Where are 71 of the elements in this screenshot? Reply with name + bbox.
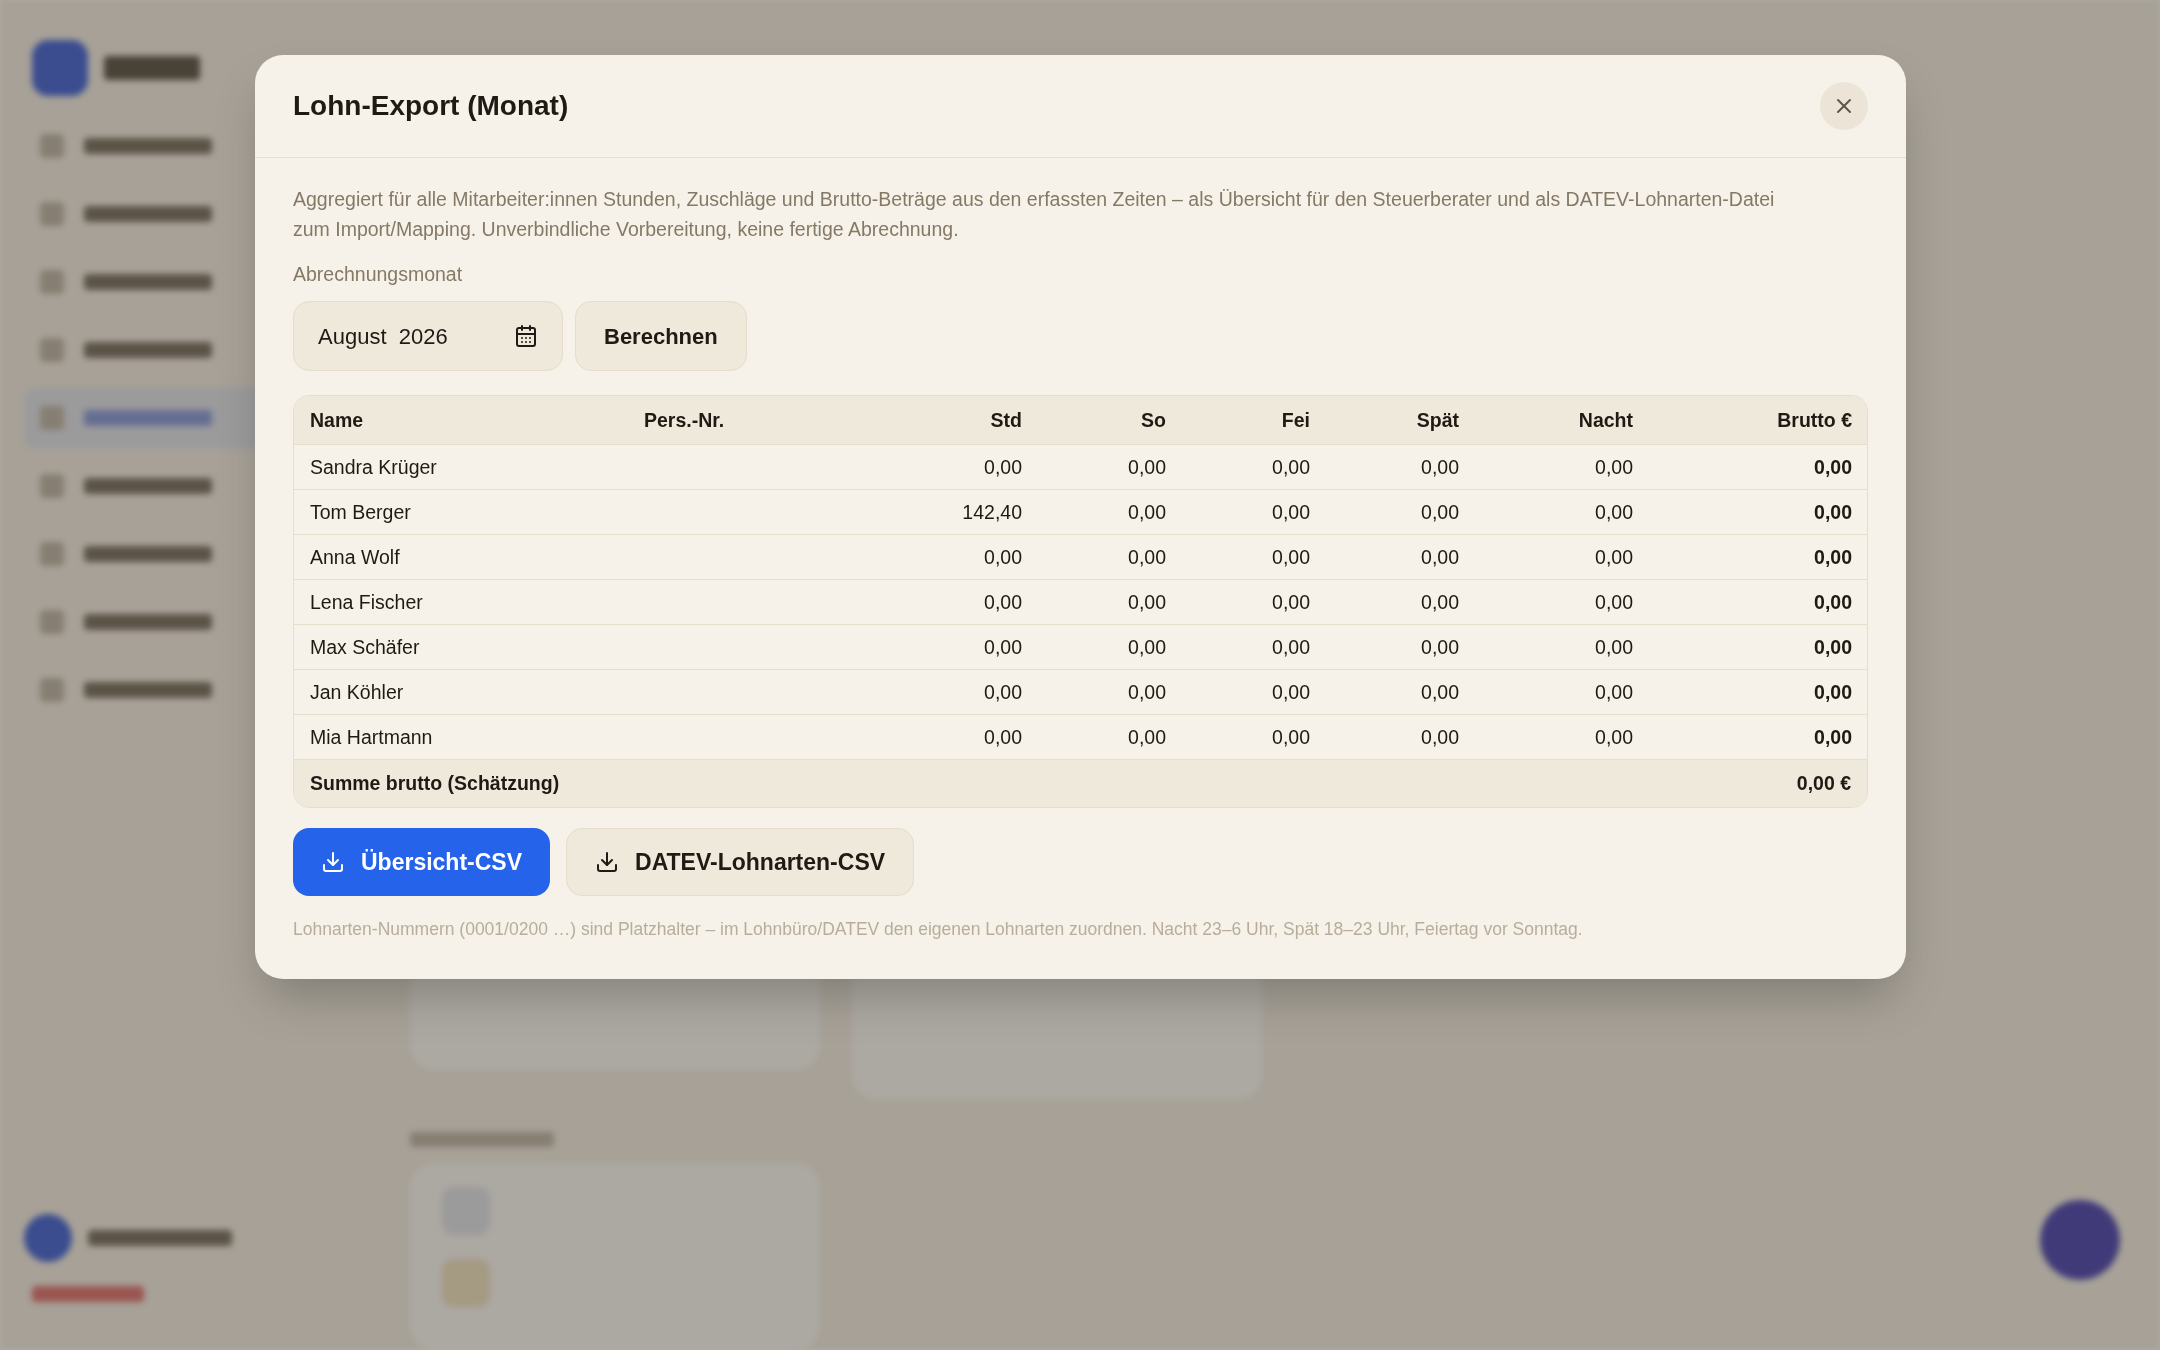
table-cell-text: 0,00 (1127, 679, 1167, 705)
table-cell-text: Tom Berger (309, 499, 412, 525)
table-cell-text: 0,00 (1594, 724, 1634, 750)
table-cell-text: 0,00 (1271, 724, 1311, 750)
table-cell-text: 0,00 (1271, 634, 1311, 660)
footnote: Lohnarten-Nummern (0001/0200 …) sind Platzhalter – im Lohnbüro/DATEV den eigenen Lohnarten zuordnen. Nacht 23–6 Uhr, Spät 18–23 Uhr, Feiertag vor Sonntag. (293, 918, 1584, 942)
table-cell-text: 0,00 (1420, 499, 1460, 525)
table-cell-text: Sandra Krüger (309, 454, 438, 480)
table-cell-text: 0,00 (983, 589, 1023, 615)
close-button[interactable] (1820, 82, 1868, 130)
table-cell-text: 0,00 (1813, 634, 1853, 660)
column-header: So (1140, 407, 1167, 433)
table-cell-text: 0,00 (1813, 589, 1853, 615)
download-button[interactable]: Übersicht-CSV (293, 828, 551, 897)
total-value: 0,00 € (1796, 771, 1851, 797)
table-cell-text: 0,00 (1127, 499, 1167, 525)
table-cell-text: 0,00 (1813, 679, 1853, 705)
table-cell-text: 0,00 (1813, 454, 1853, 480)
table-cell-text: 0,00 (1813, 544, 1853, 570)
column-header: Std (989, 407, 1023, 433)
table-cell-text: 0,00 (1271, 454, 1311, 480)
table-cell-text: 0,00 (1594, 679, 1634, 705)
table-cell-text: 0,00 (1813, 499, 1853, 525)
download-button[interactable]: DATEV-Lohnarten-CSV (566, 828, 915, 897)
table-cell-text: 0,00 (1594, 454, 1634, 480)
table-cell-text: 0,00 (1594, 634, 1634, 660)
table-cell-text: 0,00 (983, 544, 1023, 570)
table-cell-text: 0,00 (1420, 724, 1460, 750)
table-cell-text: 0,00 (1271, 544, 1311, 570)
table-cell-text: 0,00 (1420, 589, 1460, 615)
dialog-description: Aggregiert für alle Mitarbeiter:innen Stunden, Zuschläge und Brutto-Beträge aus den erfassten Zeiten – als Übersicht für den Steuerberater und als DATEV-Lohnarten-Datei zum Import/Mapping. Unverbindliche Vorbereitung, keine fertige Abrechnung. (293, 187, 1776, 242)
download-icon (321, 850, 345, 875)
column-header: Nacht (1577, 407, 1634, 433)
table-cell-text: 0,00 (1271, 589, 1311, 615)
table-cell-text: 0,00 (1127, 724, 1167, 750)
table-cell-text: 0,00 (1420, 544, 1460, 570)
calendar-icon (514, 324, 538, 349)
table-cell-text: 0,00 (1127, 544, 1167, 570)
table-cell-text: 0,00 (983, 454, 1023, 480)
table-cell-text: 0,00 (1594, 589, 1634, 615)
table-cell-text: 0,00 (1594, 499, 1634, 525)
column-header: Pers.-Nr. (643, 407, 726, 433)
table-cell-text: Mia Hartmann (309, 724, 434, 750)
table-cell-text: Lena Fischer (309, 589, 424, 615)
download-icon (595, 850, 620, 875)
table-cell-text: 0,00 (1271, 679, 1311, 705)
column-header: Name (309, 407, 365, 433)
column-header: Brutto € (1776, 407, 1853, 433)
field-label: Abrechnungsmonat (293, 262, 464, 287)
dialog-title: Lohn-Export (Monat) (293, 89, 569, 123)
table-cell-text: 0,00 (1594, 544, 1634, 570)
table-cell-text: 0,00 (1127, 634, 1167, 660)
month-field[interactable]: August 2026 (293, 301, 563, 372)
table-cell-text: 0,00 (1420, 634, 1460, 660)
table-cell-text: 0,00 (1127, 454, 1167, 480)
table-cell-text: 0,00 (1420, 679, 1460, 705)
table-cell-text: 0,00 (1127, 589, 1167, 615)
total-label: Summe brutto (Schätzung) (310, 771, 560, 797)
table-cell-text: 0,00 (983, 724, 1023, 750)
column-header: Spät (1415, 407, 1460, 433)
table-cell-text: 0,00 (1420, 454, 1460, 480)
calculate-button[interactable]: Berechnen (575, 301, 747, 372)
table-cell-text: Anna Wolf (309, 544, 401, 570)
table-cell-text: 0,00 (1271, 499, 1311, 525)
table-cell-text: Jan Köhler (309, 679, 405, 705)
table-cell-text: 142,40 (961, 499, 1023, 525)
table-cell-text: 0,00 (983, 679, 1023, 705)
table-cell-text: 0,00 (1813, 724, 1853, 750)
table-cell-text: 0,00 (983, 634, 1023, 660)
table-cell-text: Max Schäfer (309, 634, 421, 660)
column-header: Fei (1280, 407, 1311, 433)
